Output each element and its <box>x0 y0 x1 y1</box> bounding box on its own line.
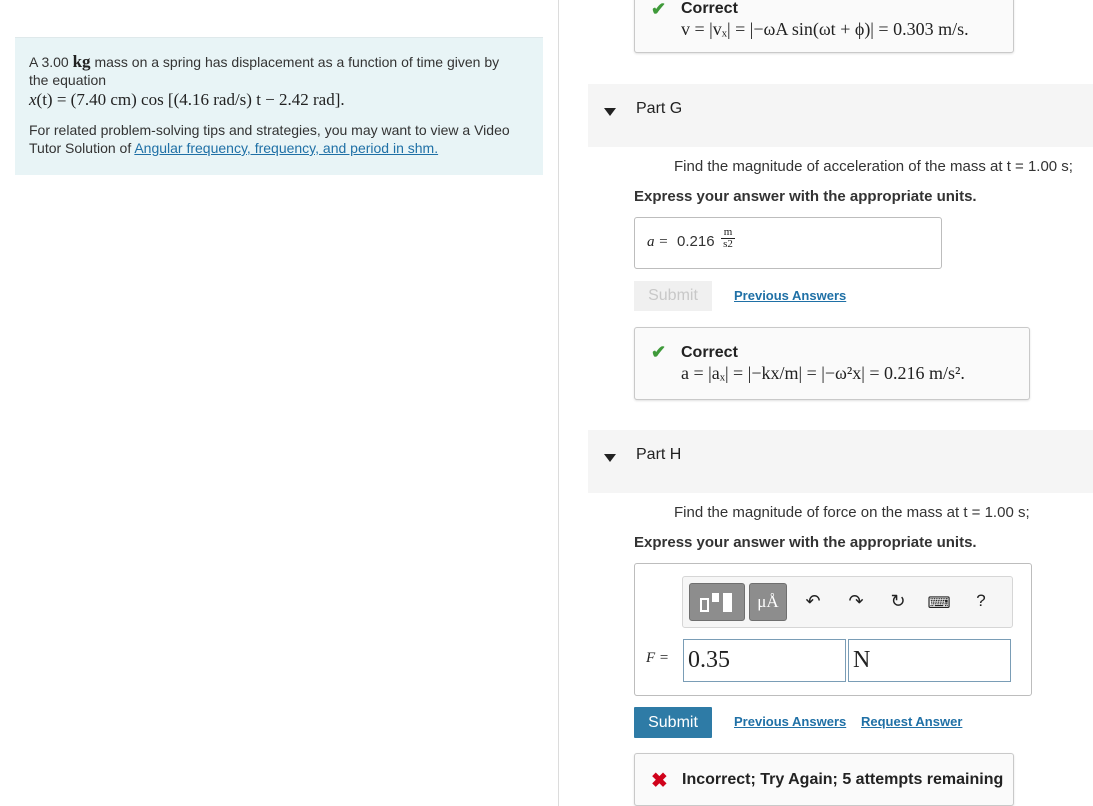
equation-variable: x <box>29 90 37 109</box>
partH-label: Part H <box>636 446 682 463</box>
units-icon[interactable]: μÅ <box>749 583 787 621</box>
undo-icon[interactable]: ↶ <box>801 591 825 612</box>
templates-icon[interactable] <box>689 583 745 621</box>
partG-feedback-formula: a = |aₓ| = |−kx/m| = |−ω²x| = 0.216 m/s²… <box>681 363 965 383</box>
check-icon: ✔ <box>651 342 667 362</box>
keyboard-icon[interactable]: ⌨ <box>927 593 951 613</box>
collapse-triangle-icon[interactable] <box>604 108 616 116</box>
partH-feedback: ✖ Incorrect; Try Again; 5 attempts remai… <box>634 753 1014 806</box>
problem-statement: A 3.00 kg mass on a spring has displacem… <box>15 37 543 175</box>
partH-submit-button[interactable]: Submit <box>634 707 712 738</box>
displacement-equation: x(t) = (7.40 cm) cos [(4.16 rad/s) t − 2… <box>29 91 529 109</box>
math-toolbar: μÅ ↶ ↷ ↻ ⌨ ? <box>682 576 1013 628</box>
partH-previous-answers-link[interactable]: Previous Answers <box>734 714 846 729</box>
partG-label: Part G <box>636 100 683 117</box>
partF-feedback-formula: v = |vₓ| = |−ωA sin(ωt + ϕ)| = 0.303 m/s… <box>681 19 969 39</box>
mass-unit: kg <box>72 52 91 71</box>
partG-submit-button[interactable]: Submit <box>634 281 712 311</box>
redo-icon[interactable]: ↷ <box>844 591 868 612</box>
equation-body: (t) = (7.40 cm) cos [(4.16 rad/s) t − 2.… <box>36 90 345 109</box>
check-icon: ✔ <box>651 0 667 19</box>
request-answer-link[interactable]: Request Answer <box>861 714 962 729</box>
partG-previous-answers-link[interactable]: Previous Answers <box>734 288 846 303</box>
partH-answer-var: F = <box>646 650 670 666</box>
partG-feedback: ✔ Correct a = |aₓ| = |−kx/m| = |−ω²x| = … <box>634 327 1030 400</box>
problem-text-line2: the equation <box>29 72 107 88</box>
partG-question-text: Find the magnitude of acceleration of th… <box>674 158 1073 175</box>
force-value-input[interactable]: 0.35 <box>683 639 846 682</box>
partH-feedback-status: Incorrect; Try Again; 5 attempts remaini… <box>682 771 1004 788</box>
partG-answer-unit: m s2 <box>721 227 735 250</box>
problem-text-pre: A 3.00 <box>29 54 73 70</box>
partG-express: Express your answer with the appropriate… <box>634 188 977 205</box>
partG-question: Find the magnitude of acceleration of th… <box>674 158 1073 175</box>
partG-feedback-status: Correct <box>681 344 738 361</box>
video-tutor-link[interactable]: Angular frequency, frequency, and period… <box>134 140 438 156</box>
unit-denominator: s2 <box>723 238 733 250</box>
panel-divider <box>558 0 559 806</box>
partH-header[interactable]: Part H <box>588 430 1093 493</box>
partH-question: Find the magnitude of force on the mass … <box>674 504 1030 521</box>
partH-question-text: Find the magnitude of force on the mass … <box>674 504 1030 521</box>
partG-answer-var: a = <box>647 234 669 250</box>
problem-text-line1: A 3.00 kg mass on a spring has displacem… <box>29 53 529 71</box>
partF-feedback: ✔ Correct v = |vₓ| = |−ωA sin(ωt + ϕ)| =… <box>634 0 1014 53</box>
tip-text: For related problem-solving tips and str… <box>29 121 529 157</box>
force-unit-input[interactable]: N <box>848 639 1011 682</box>
reset-icon[interactable]: ↻ <box>886 591 910 612</box>
help-icon[interactable]: ? <box>969 591 993 611</box>
collapse-triangle-icon[interactable] <box>604 454 616 462</box>
problem-text-post: mass on a spring has displacement as a f… <box>90 54 500 70</box>
partG-header[interactable]: Part G <box>588 84 1093 147</box>
incorrect-x-icon: ✖ <box>651 770 668 792</box>
partG-answer-value: 0.216 <box>677 233 715 250</box>
partG-answer-display: a = 0.216 m s2 <box>634 217 942 269</box>
partH-express: Express your answer with the appropriate… <box>634 534 977 551</box>
partF-feedback-status: Correct <box>681 0 738 17</box>
